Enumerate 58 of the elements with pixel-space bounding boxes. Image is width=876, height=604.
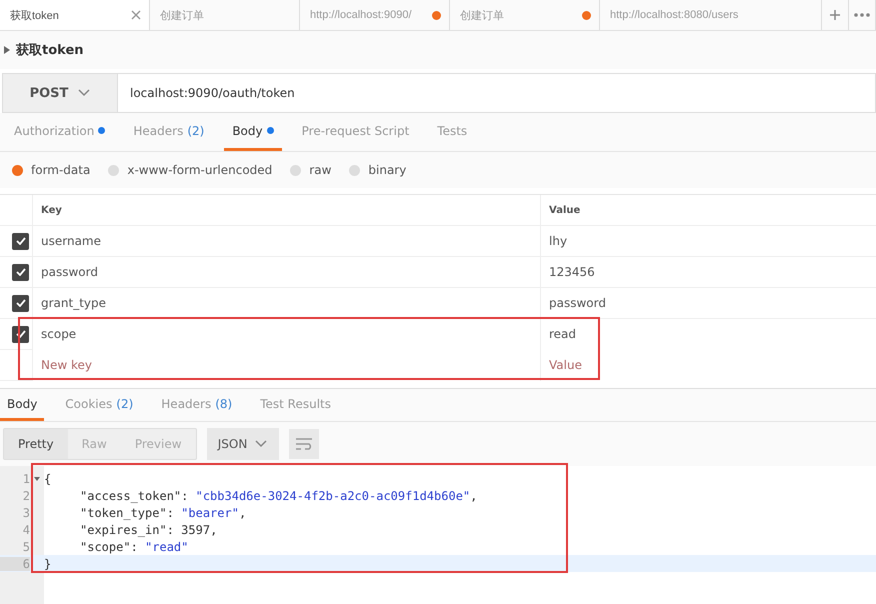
- format-dropdown[interactable]: JSON: [206, 428, 279, 460]
- view-mode-button[interactable]: Raw: [68, 429, 121, 459]
- response-tab[interactable]: Cookies (2): [58, 389, 140, 421]
- body-type-radio[interactable]: form-data: [12, 163, 90, 177]
- caret-icon[interactable]: [4, 46, 10, 54]
- unsaved-dot: [432, 10, 441, 20]
- checkbox[interactable]: [12, 294, 29, 312]
- line-number: 6: [0, 556, 30, 570]
- line-number: 1: [22, 472, 30, 486]
- new-key-field[interactable]: New key: [32, 349, 540, 381]
- param-value: 123456: [540, 257, 876, 287]
- close-icon[interactable]: [131, 10, 141, 20]
- code-line: {: [44, 472, 52, 486]
- code-line: "token_type": "bearer",: [80, 506, 246, 520]
- line-number: 2: [22, 488, 30, 502]
- param-value: lhy: [540, 226, 876, 256]
- section-tab[interactable]: Pre-request Script: [294, 113, 418, 151]
- line-number: 5: [22, 540, 30, 554]
- request-title: 获取token: [16, 42, 84, 59]
- url-field[interactable]: localhost:9090/oauth/token: [118, 73, 876, 113]
- checkbox[interactable]: [12, 264, 29, 280]
- param-key: username: [32, 226, 540, 256]
- response-tab[interactable]: Headers (8): [154, 389, 240, 421]
- checkbox[interactable]: [12, 232, 29, 250]
- view-mode-button[interactable]: Preview: [120, 429, 196, 459]
- code-line: "expires_in": 3597,: [80, 522, 218, 536]
- checkmark-icon: [16, 237, 26, 245]
- new-value-field[interactable]: Value: [540, 349, 876, 381]
- more-icon: [854, 13, 870, 17]
- body-type-radio[interactable]: x-www-form-urlencoded: [108, 163, 272, 177]
- checkmark-icon: [16, 299, 26, 307]
- code-line: }: [44, 556, 52, 570]
- method-dropdown[interactable]: POST: [2, 73, 118, 113]
- chevron-icon: [78, 89, 90, 97]
- code-line: "scope": "read": [80, 540, 188, 554]
- section-tab[interactable]: Headers (2): [125, 113, 212, 151]
- param-key: password: [32, 257, 540, 287]
- plus-icon: [830, 10, 840, 20]
- line-number: 4: [22, 522, 30, 536]
- unsaved-dot: [582, 10, 591, 20]
- body-type-radio[interactable]: binary: [349, 163, 406, 177]
- checkmark-icon: [16, 330, 26, 338]
- code-line: "access_token": "cbb34d6e-3024-4f2b-a2c0-ac09f1d4b60e",: [80, 488, 478, 502]
- column-header: Key: [32, 195, 540, 225]
- checkmark-icon: [16, 268, 26, 276]
- section-tab[interactable]: Tests: [429, 113, 476, 151]
- fold-icon[interactable]: [34, 477, 40, 481]
- line-number: 3: [22, 506, 30, 520]
- section-tab[interactable]: Authorization: [6, 113, 114, 151]
- param-key: grant_type: [32, 288, 540, 318]
- chevron-icon: [255, 440, 268, 448]
- request-tab[interactable]: 获取token: [0, 0, 150, 30]
- body-type-radio[interactable]: raw: [290, 163, 332, 177]
- param-value: password: [540, 288, 876, 318]
- response-tab[interactable]: Test Results: [253, 389, 338, 421]
- view-mode-button[interactable]: Pretty: [4, 429, 68, 459]
- wrap-lines-icon: [294, 438, 313, 450]
- column-header: Value: [540, 195, 876, 225]
